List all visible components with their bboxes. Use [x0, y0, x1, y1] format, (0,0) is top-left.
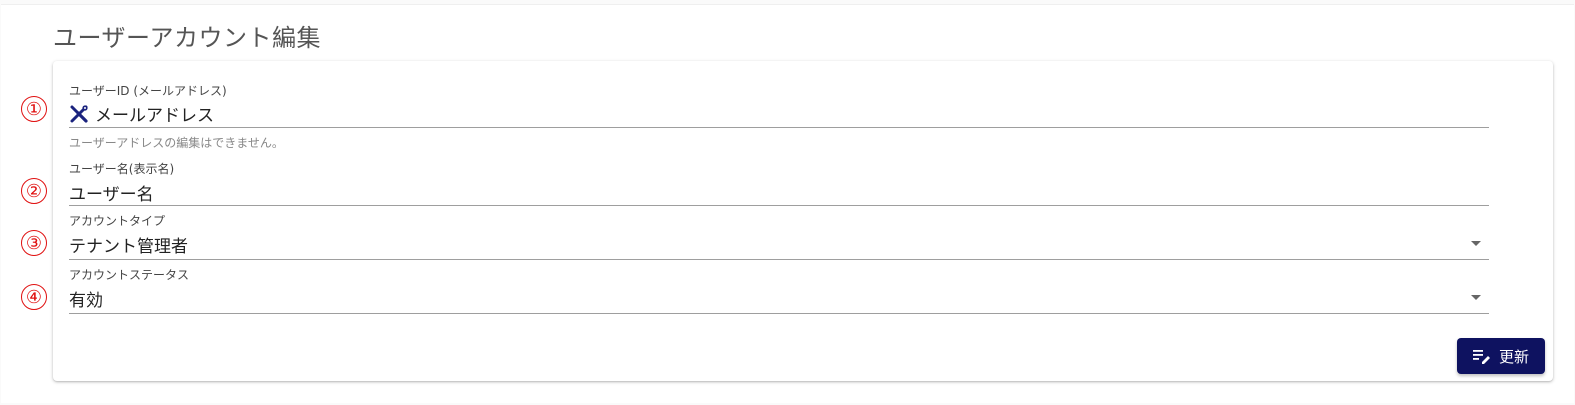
user-id-hint: ユーザーアドレスの編集はできません。	[69, 136, 284, 150]
account-type-select[interactable]: アカウントタイプ テナント管理者	[69, 210, 1489, 262]
edit-form-card: ユーザーID (メールアドレス) メールアドレス ユーザーアドレスの編集はできま…	[53, 61, 1553, 381]
chevron-down-icon[interactable]	[1471, 295, 1481, 300]
user-id-value: メールアドレス	[95, 106, 214, 126]
account-type-label: アカウントタイプ	[69, 214, 166, 228]
edit-list-icon	[1472, 348, 1491, 364]
update-button[interactable]: 更新	[1457, 338, 1545, 374]
user-name-underline	[69, 205, 1489, 206]
account-status-select[interactable]: アカウントステータス 有効	[69, 264, 1489, 316]
user-id-underline	[69, 127, 1489, 128]
chevron-down-icon[interactable]	[1471, 241, 1481, 246]
page-title: ユーザーアカウント編集	[53, 24, 322, 52]
update-button-label: 更新	[1498, 347, 1529, 366]
user-id-field[interactable]: ユーザーID (メールアドレス) メールアドレス ユーザーアドレスの編集はできま…	[69, 79, 1489, 151]
annotation-marker-2: ②	[21, 178, 47, 204]
account-status-label: アカウントステータス	[69, 268, 190, 282]
user-name-input[interactable]: ユーザー名	[69, 180, 154, 205]
annotation-marker-1: ①	[21, 96, 47, 122]
user-id-label: ユーザーID (メールアドレス)	[69, 84, 227, 98]
tools-icon	[69, 104, 89, 124]
user-name-label: ユーザー名(表示名)	[69, 162, 175, 176]
account-status-value: 有効	[69, 291, 103, 311]
account-status-underline	[69, 313, 1489, 314]
annotation-marker-3: ③	[21, 230, 47, 256]
account-type-underline	[69, 259, 1489, 260]
annotation-marker-4: ④	[21, 284, 47, 310]
user-name-field[interactable]: ユーザー名(表示名) ユーザー名	[69, 158, 1489, 208]
user-id-value-row: メールアドレス	[69, 101, 214, 126]
account-type-value: テナント管理者	[69, 237, 188, 257]
